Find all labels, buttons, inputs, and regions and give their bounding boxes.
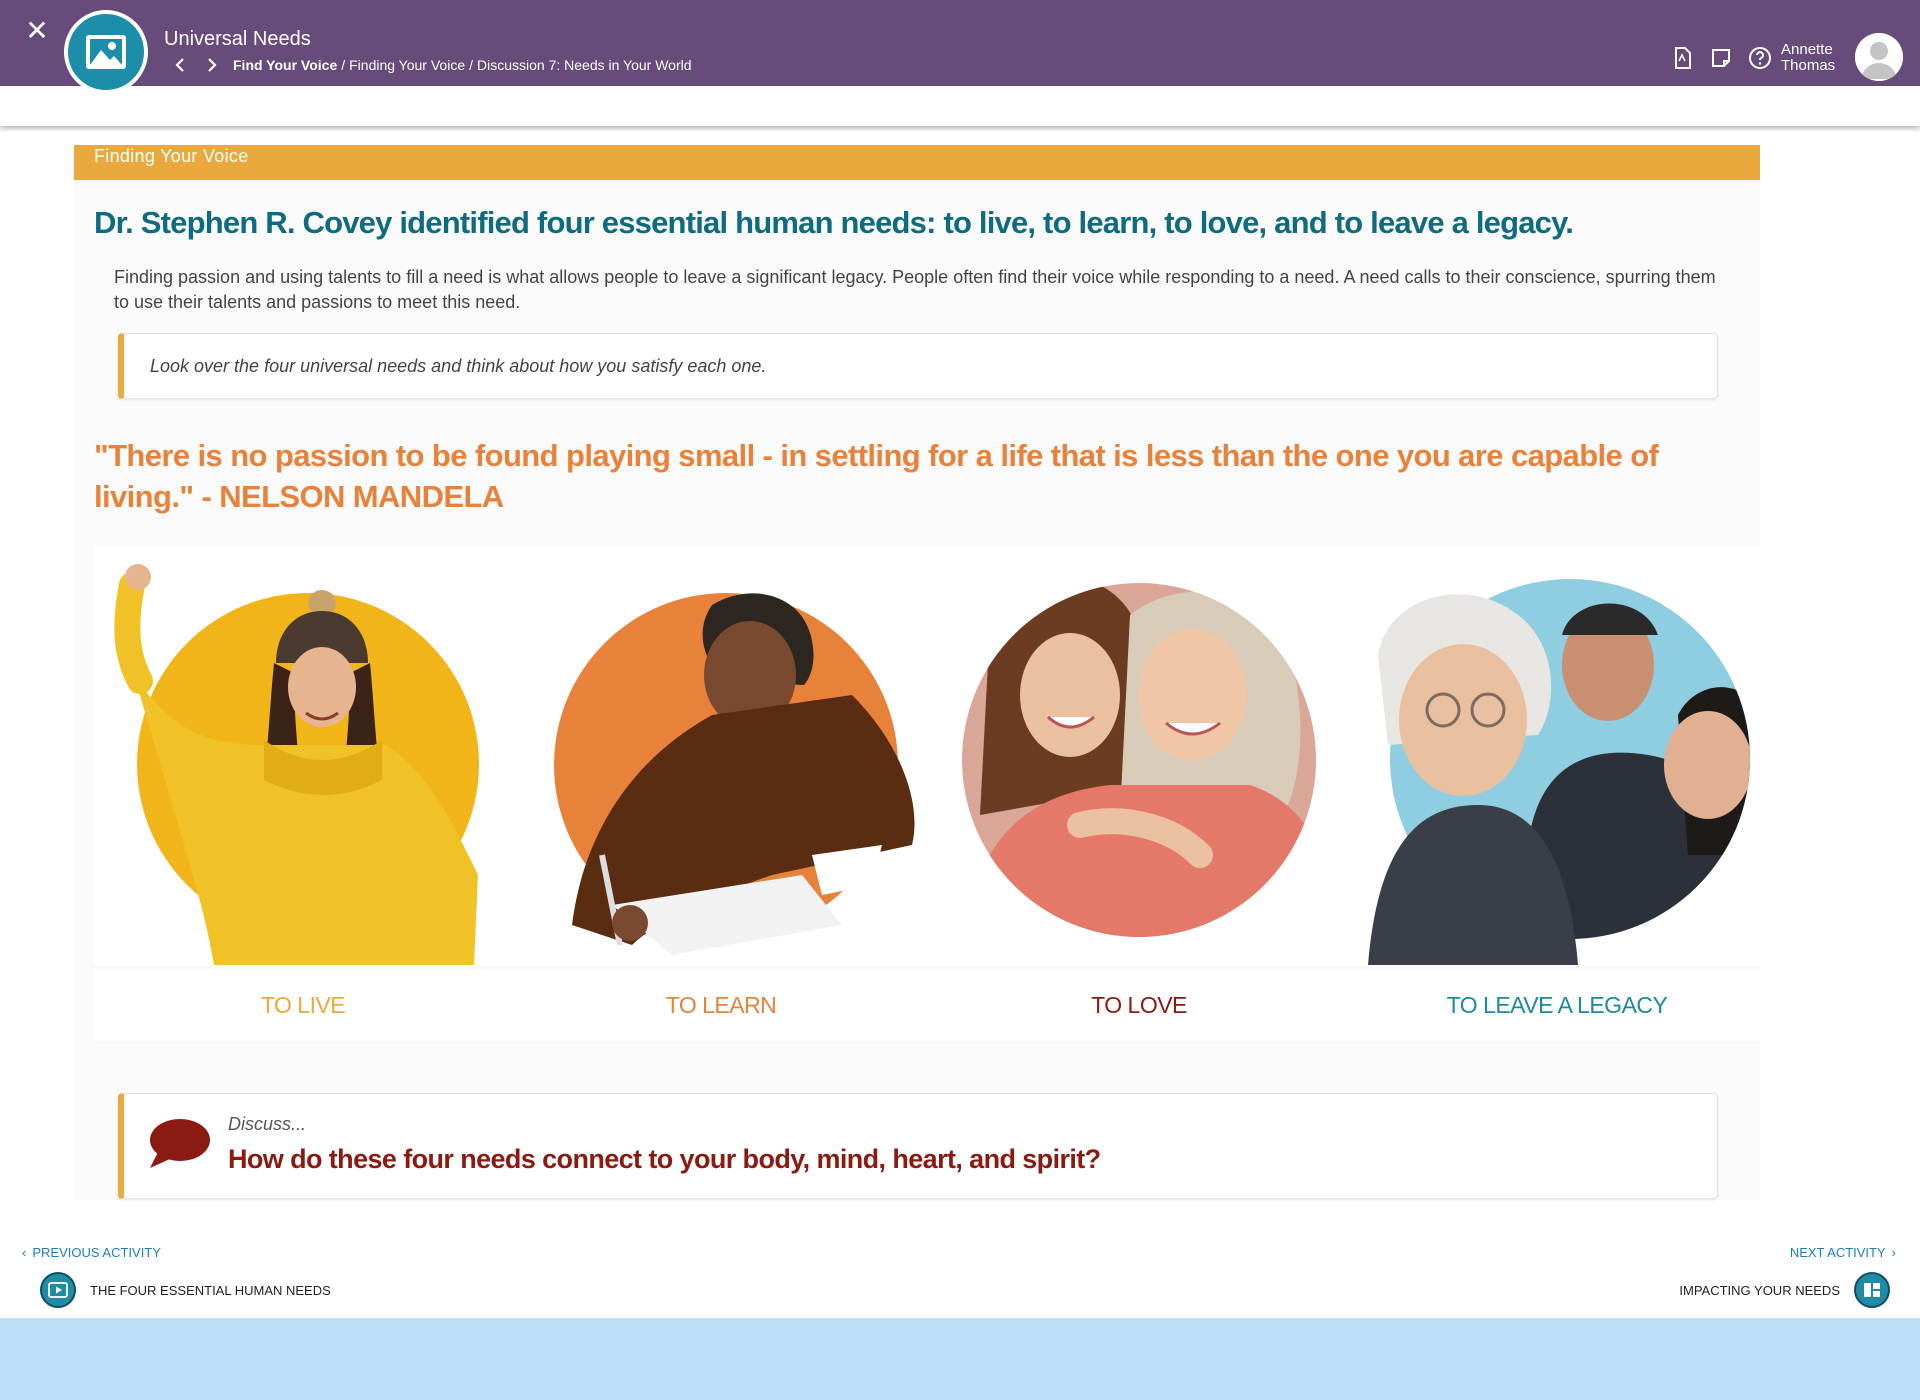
need-label-box: TO LEARN bbox=[512, 969, 930, 1041]
video-icon bbox=[40, 1272, 76, 1308]
discuss-callout: Discuss... How do these four needs conne… bbox=[118, 1093, 1718, 1199]
person-live-illustration bbox=[114, 564, 478, 965]
discuss-question: How do these four needs connect to your … bbox=[228, 1144, 1101, 1174]
previous-activity[interactable]: THE FOUR ESSENTIAL HUMAN NEEDS bbox=[40, 1272, 331, 1308]
chevron-left-icon: ‹ bbox=[22, 1245, 27, 1260]
need-label-box: TO LIVE bbox=[94, 969, 512, 1041]
instruction-callout: Look over the four universal needs and t… bbox=[118, 333, 1718, 399]
need-label: TO LEARN bbox=[665, 992, 777, 1018]
user-name: Annette Thomas bbox=[1781, 42, 1835, 74]
need-label: TO LEAVE A LEGACY bbox=[1446, 992, 1668, 1018]
chevron-left-icon[interactable] bbox=[171, 56, 189, 74]
next-activity[interactable]: IMPACTING YOUR NEEDS bbox=[1679, 1272, 1890, 1308]
chevron-right-icon: › bbox=[1891, 1245, 1896, 1260]
section-bar: Finding Your Voice bbox=[74, 145, 1760, 180]
need-image-love bbox=[930, 545, 1348, 965]
need-card-live: TO LIVE bbox=[94, 545, 512, 1041]
previous-activity-label: PREVIOUS ACTIVITY bbox=[32, 1245, 161, 1260]
image-logo-icon bbox=[64, 10, 148, 94]
close-icon[interactable]: ✕ bbox=[24, 17, 50, 45]
previous-activity-link[interactable]: ‹ PREVIOUS ACTIVITY bbox=[22, 1245, 161, 1260]
content-panel: Finding Your Voice Dr. Stephen R. Covey … bbox=[74, 145, 1766, 1200]
app-title: Universal Needs bbox=[164, 28, 311, 50]
avatar[interactable] bbox=[1855, 33, 1903, 81]
top-bar: ✕ Universal Needs Find Your Voice / Findin… bbox=[0, 0, 1920, 94]
sub-bar bbox=[0, 86, 1920, 126]
previous-activity-title: THE FOUR ESSENTIAL HUMAN NEEDS bbox=[90, 1282, 331, 1298]
mother-daughter-love-illustration bbox=[962, 583, 1316, 937]
breadcrumb-item[interactable]: Finding Your Voice bbox=[349, 57, 465, 73]
callout-text: Look over the four universal needs and t… bbox=[150, 356, 767, 376]
user-first-name: Annette bbox=[1781, 41, 1833, 58]
speech-bubble-icon bbox=[148, 1116, 212, 1172]
student-learn-illustration bbox=[572, 593, 915, 955]
pdf-file-icon[interactable] bbox=[1670, 46, 1694, 70]
intro-paragraph: Finding passion and using talents to fil… bbox=[114, 267, 1716, 312]
help-icon[interactable] bbox=[1748, 46, 1772, 70]
need-card-learn: TO LEARN bbox=[512, 545, 930, 1041]
need-image-live bbox=[94, 545, 512, 965]
chevron-right-icon[interactable] bbox=[203, 56, 221, 74]
discuss-label: Discuss... bbox=[228, 1114, 307, 1134]
quote: "There is no passion to be found playing… bbox=[94, 438, 1659, 514]
next-activity-link[interactable]: NEXT ACTIVITY › bbox=[1790, 1245, 1896, 1260]
need-image-learn bbox=[512, 545, 930, 965]
user-last-name: Thomas bbox=[1781, 57, 1836, 74]
need-card-legacy: TO LEAVE A LEGACY bbox=[1348, 545, 1766, 1041]
note-icon[interactable] bbox=[1709, 46, 1733, 70]
breadcrumb: Find Your Voice / Finding Your Voice / Discu… bbox=[233, 57, 692, 73]
breadcrumb-item: Discussion 7: Needs in Your World bbox=[477, 57, 692, 73]
need-label: TO LOVE bbox=[1091, 992, 1187, 1018]
card-sort-icon bbox=[1854, 1272, 1890, 1308]
section-title: Finding Your Voice bbox=[94, 146, 249, 166]
breadcrumb-item[interactable]: Find Your Voice bbox=[233, 57, 337, 73]
next-activity-title: IMPACTING YOUR NEEDS bbox=[1679, 1282, 1840, 1298]
need-image-legacy bbox=[1348, 545, 1766, 965]
needs-row: TO LIVE TO LEARN TO LOVE TO LEAVE A LEGA… bbox=[94, 545, 1766, 1041]
need-label-box: TO LOVE bbox=[930, 969, 1348, 1041]
need-label: TO LIVE bbox=[260, 992, 346, 1018]
need-label-box: TO LEAVE A LEGACY bbox=[1348, 969, 1766, 1041]
page-headline: Dr. Stephen R. Covey identified four ess… bbox=[94, 205, 1574, 240]
family-legacy-illustration bbox=[1368, 594, 1750, 965]
need-card-love: TO LOVE bbox=[930, 545, 1348, 1041]
bottom-band bbox=[0, 1318, 1920, 1400]
next-activity-label: NEXT ACTIVITY bbox=[1789, 1245, 1886, 1260]
